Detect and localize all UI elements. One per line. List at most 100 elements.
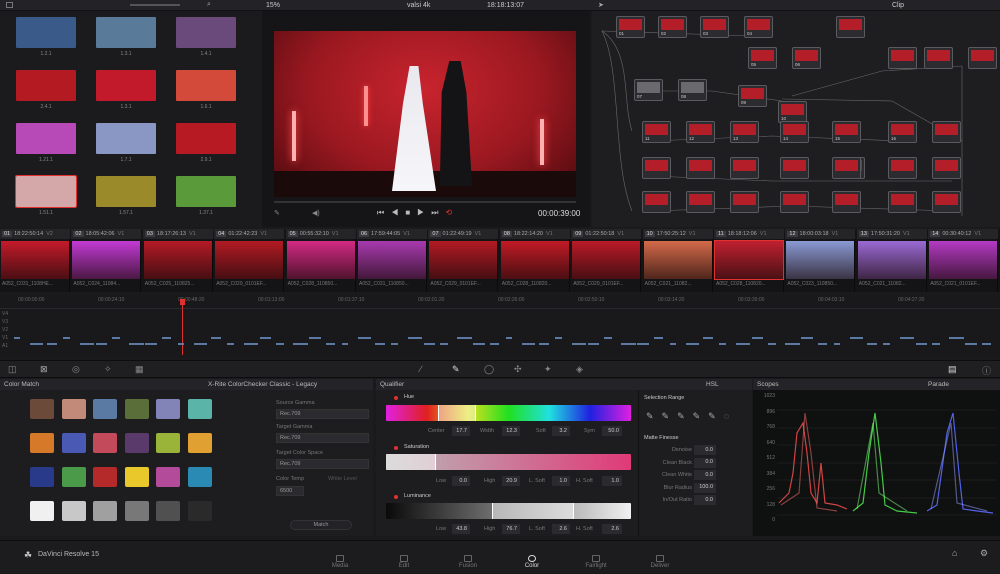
timeline-clip[interactable]: 07 01:22:49:19 V1 A052_C029_0101EF... <box>428 229 499 292</box>
color-node[interactable]: 02 <box>658 16 687 38</box>
track-segment[interactable] <box>752 337 763 339</box>
track-segment[interactable] <box>424 343 435 345</box>
track-segment[interactable] <box>899 337 914 339</box>
lum-low-value[interactable]: 43.8 <box>452 524 470 534</box>
matte-row-value[interactable]: 0.0 <box>694 457 716 468</box>
track-segment[interactable] <box>145 343 158 345</box>
color-node[interactable]: 13 <box>730 121 759 143</box>
color-match-icon[interactable]: ⊠ <box>40 364 48 375</box>
hue-center-value[interactable]: 17.7 <box>452 426 470 436</box>
timeline-clip[interactable]: 10 17:50:25:12 V1 A052_C021_11082... <box>642 229 713 292</box>
color-patch[interactable] <box>124 501 149 521</box>
color-node[interactable]: 07 <box>634 79 663 101</box>
track-segment[interactable] <box>719 343 727 345</box>
mini-timeline[interactable]: 00:00:00:00 00:00:24:10 00:00:48:20 00:01:1… <box>0 295 1000 358</box>
gallery-still[interactable] <box>15 175 77 208</box>
track-segment[interactable] <box>46 343 57 345</box>
track-segment[interactable] <box>473 343 486 345</box>
color-node[interactable]: 03 <box>700 16 729 38</box>
track-segment[interactable] <box>571 343 586 345</box>
track-segment[interactable] <box>161 337 171 339</box>
color-node[interactable]: 05 <box>748 47 777 69</box>
page-tab-fairlight[interactable]: Fairlight <box>576 555 616 569</box>
lum-high-value[interactable]: 76.7 <box>502 524 520 534</box>
track-segment[interactable] <box>883 343 891 345</box>
video-frame[interactable] <box>274 31 576 197</box>
hue-sym-value[interactable]: 50.0 <box>602 426 622 436</box>
matte-row-value[interactable]: 0.0 <box>694 495 716 505</box>
search-icon[interactable]: ⌕ <box>207 1 211 9</box>
color-node[interactable]: 08 <box>678 79 707 101</box>
magic-mask-icon[interactable]: ✦ <box>544 364 552 375</box>
track-segment[interactable] <box>948 337 964 339</box>
hue-range-handle[interactable] <box>438 405 476 421</box>
tracker-icon[interactable]: ✣ <box>514 364 522 375</box>
track-segment[interactable] <box>128 343 144 345</box>
timeline-clip[interactable]: 06 17:59:44:05 V1 A052_C031_110850... <box>357 229 427 292</box>
color-patch[interactable] <box>93 501 117 521</box>
track-segment[interactable] <box>30 343 44 345</box>
track-segment[interactable] <box>866 343 877 345</box>
color-node[interactable]: 10 <box>778 101 807 123</box>
color-node[interactable] <box>932 191 961 213</box>
color-node[interactable]: 09 <box>738 85 767 107</box>
track-segment[interactable] <box>440 343 449 345</box>
info-icon[interactable]: ⓘ <box>982 364 991 377</box>
color-node[interactable] <box>832 191 861 213</box>
color-node[interactable] <box>780 157 809 179</box>
color-patch[interactable] <box>30 433 54 453</box>
color-node[interactable] <box>780 191 809 213</box>
color-patch[interactable] <box>187 433 212 453</box>
dropper-icon[interactable]: ✎ <box>274 209 280 217</box>
color-node[interactable]: 01 <box>616 16 645 38</box>
color-patch[interactable] <box>61 433 86 453</box>
track-segment[interactable] <box>653 337 663 339</box>
gallery-still[interactable] <box>16 123 76 154</box>
track-segment[interactable] <box>735 343 750 345</box>
track-segment[interactable] <box>981 343 991 345</box>
timeline-clip[interactable]: 08 18:22:14:20 V1 A052_C028_110820... <box>499 229 570 292</box>
audio-icon[interactable]: ◀) <box>312 209 320 217</box>
track-segment[interactable] <box>227 343 235 345</box>
track-segment[interactable] <box>702 337 713 339</box>
track-segment[interactable] <box>637 343 650 345</box>
color-patch[interactable] <box>93 433 117 453</box>
settings-gear-icon[interactable]: ⚙ <box>980 548 988 559</box>
track-segment[interactable] <box>292 343 308 345</box>
track-segment[interactable] <box>817 343 827 345</box>
color-node[interactable] <box>730 157 759 179</box>
gallery-zoom-slider[interactable] <box>130 4 180 6</box>
color-patch[interactable] <box>156 467 180 487</box>
lum-hsoft-value[interactable]: 2.6 <box>602 524 622 534</box>
gallery-still[interactable] <box>96 17 156 48</box>
color-node[interactable]: 15 <box>832 121 861 143</box>
color-node[interactable] <box>730 191 759 213</box>
hue-soft-value[interactable]: 3.2 <box>552 426 570 436</box>
qualifier-icon[interactable]: ✎ <box>452 364 460 375</box>
track-segment[interactable] <box>276 343 285 345</box>
target-gamma-select[interactable]: Rec.709 <box>276 433 369 443</box>
color-node[interactable] <box>642 191 671 213</box>
gallery-still[interactable] <box>176 123 236 154</box>
track-segment[interactable] <box>63 337 71 339</box>
color-node[interactable]: 14 <box>780 121 809 143</box>
color-node[interactable]: 06 <box>792 47 821 69</box>
color-node[interactable] <box>836 16 865 38</box>
color-wheels-icon[interactable]: ◎ <box>72 364 80 375</box>
timeline-clip[interactable]: 01 18:22:50:14 V2 A052_C031_1108HE... <box>0 229 70 292</box>
still-grid-icon[interactable] <box>6 2 13 8</box>
track-segment[interactable] <box>916 343 927 345</box>
rgb-mixer-icon[interactable]: ✧ <box>104 364 112 375</box>
track-segment[interactable] <box>965 343 978 345</box>
track-segment[interactable] <box>358 337 372 339</box>
source-gamma-select[interactable]: Rec.709 <box>276 409 369 419</box>
sat-high-value[interactable]: 20.9 <box>502 476 520 486</box>
color-patch[interactable] <box>93 467 117 487</box>
hue-bar[interactable] <box>386 405 631 421</box>
sat-lsoft-value[interactable]: 1.0 <box>552 476 570 486</box>
color-patch[interactable] <box>124 467 149 487</box>
color-patch[interactable] <box>156 433 180 453</box>
color-temp-field[interactable]: 6500 <box>276 486 304 496</box>
curves-icon[interactable]: ∕ <box>420 364 422 374</box>
saturation-bar[interactable] <box>386 454 631 470</box>
